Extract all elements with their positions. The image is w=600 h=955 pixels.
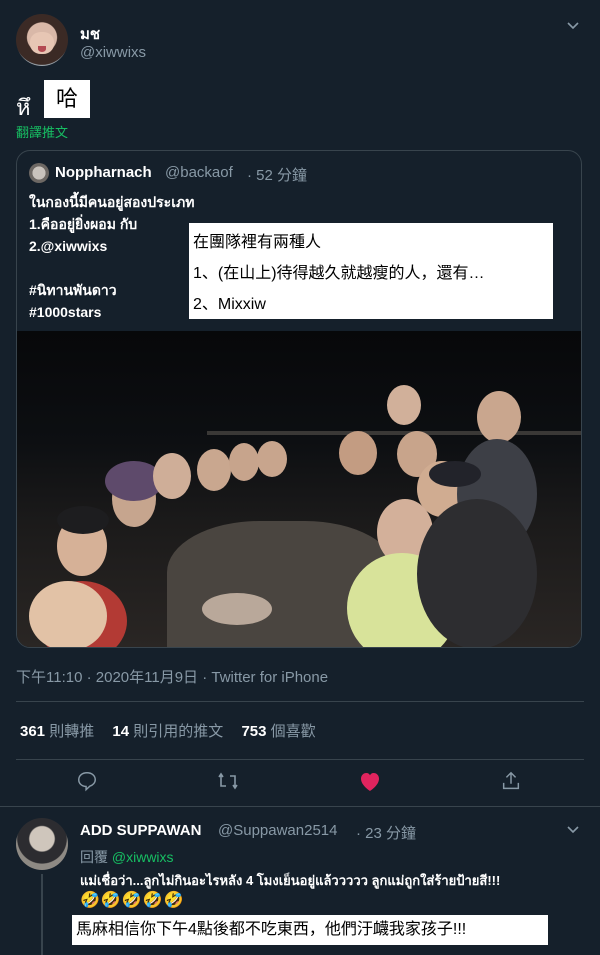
reply-icon[interactable] [76,770,98,797]
reply-more-options-chevron-icon[interactable] [566,822,580,839]
overlay-line-3: 2、Mixxiw [193,296,266,313]
tweet-text-overlay: 哈 [44,80,90,118]
quoted-author-avatar [29,163,49,183]
quotes-count: 14 [112,723,130,740]
divider-mid [16,759,584,760]
quoted-time: · 52 分鐘 [247,167,308,184]
reply-translation-overlay: 馬麻相信你下午4點後都不吃東西，他們汙衊我家孩子!!! [72,915,548,945]
translate-tweet-link[interactable]: 翻譯推文 [16,122,68,141]
retweets-stat[interactable]: 361 則轉推 [20,723,98,740]
reply-to-handle[interactable]: @xiwwixs [112,849,174,865]
reply-author-avatar[interactable] [16,818,68,870]
like-heart-icon[interactable] [358,770,382,797]
divider-top [16,701,584,702]
divider-bottom [0,806,600,807]
quoted-hashtag-2[interactable]: #1000stars [29,301,194,323]
reply-to-prefix: 回覆 [80,849,108,865]
overlay-line-1: 在團隊裡有兩種人 [193,234,322,251]
quotes-stat[interactable]: 14 則引用的推文 [112,723,227,740]
quotes-label: 則引用的推文 [133,723,224,740]
photo-grill [202,593,272,625]
tweet-timestamp[interactable]: 下午11:10 · 2020年11月9日 · Twitter for iPhon… [16,666,328,687]
quoted-text: ในกองนี้มีคนอยู่สองประเภท 1.คืออยู่ยิ่งผ… [29,191,194,323]
reply-thread-line [41,874,43,955]
quoted-translation-overlay: 在團隊裡有兩種人 1、(在山上)待得越久就越瘦的人，還有… 2、Mixxiw [189,223,553,319]
quoted-line-1: ในกองนี้มีคนอยู่สองประเภท [29,194,195,210]
author-avatar[interactable] [16,14,68,66]
reply-text: แม่เชื่อว่า...ลูกไม่กินอะไรหลัง 4 โมงเย็… [80,873,501,888]
likes-count: 753 [241,723,267,740]
tweet-text: หึ [16,95,31,120]
retweet-icon[interactable] [216,770,240,797]
quoted-author-handle: @backaof [165,164,233,181]
likes-label: 個喜歡 [270,723,316,740]
retweets-count: 361 [20,723,46,740]
share-icon[interactable] [500,770,522,797]
quoted-line-4 [29,257,194,279]
likes-stat[interactable]: 753 個喜歡 [241,723,315,740]
quoted-photo[interactable] [17,331,581,647]
quoted-line-2: 1.คืออยู่ยิ่งผอม กับ [29,216,138,232]
quoted-author-name: Noppharnach [55,164,152,181]
retweets-label: 則轉推 [49,723,95,740]
more-options-chevron-icon[interactable] [566,18,580,35]
reply-to-line: 回覆 @xiwwixs [80,847,174,867]
quoted-tweet-card[interactable]: Noppharnach @backaof · 52 分鐘 ในกองนี้มีค… [16,150,582,648]
quoted-hashtag-1[interactable]: #นิทานพันดาว [29,279,194,301]
reply-time[interactable]: · 23 分鐘 [356,822,416,843]
stats-row: 361 則轉推 14 則引用的推文 753 個喜歡 [20,720,316,741]
author-name[interactable]: มช [80,22,100,46]
reply-author-name[interactable]: ADD SUPPAWAN [80,822,201,839]
overlay-line-2: 1、(在山上)待得越久就越瘦的人，還有… [193,265,485,282]
reply-emojis: 🤣🤣🤣🤣🤣 [80,892,185,909]
quoted-line-3: 2.@xiwwixs [29,238,108,254]
photo-railing [207,431,581,435]
reply-author-handle[interactable]: @Suppawan2514 [218,822,338,839]
author-handle[interactable]: @xiwwixs [80,44,146,61]
